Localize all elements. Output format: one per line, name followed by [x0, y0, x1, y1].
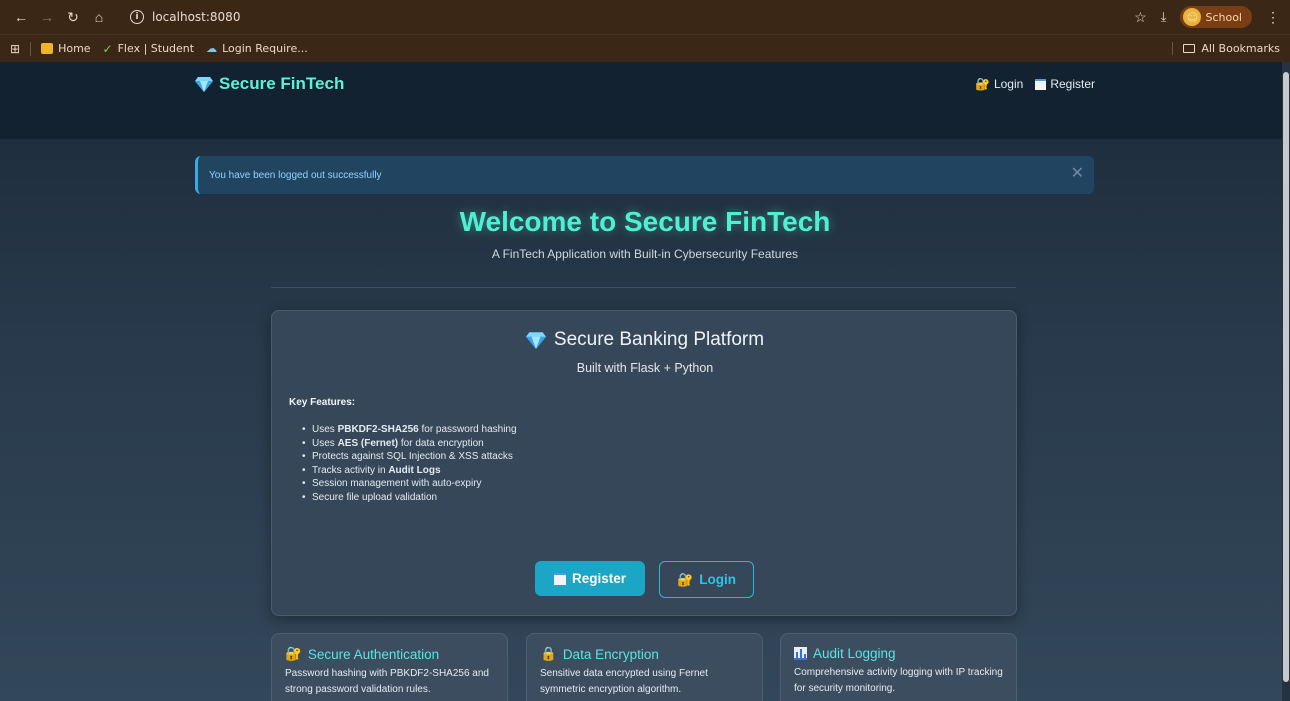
profile-avatar-icon: ☺	[1183, 8, 1202, 26]
bookmark-flex-student[interactable]: ✓ Flex | Student	[103, 42, 195, 56]
bookmark-login-require[interactable]: ☁ Login Require...	[206, 42, 308, 55]
apps-grid-icon[interactable]: ⊞	[10, 42, 20, 56]
lock-key-icon: 🔐	[975, 77, 990, 91]
gem-icon	[525, 332, 546, 349]
back-icon[interactable]: ←	[10, 6, 32, 28]
bookmark-label: Home	[58, 42, 91, 55]
lock-key-icon: 🔐	[285, 646, 302, 661]
profile-button[interactable]: ☺ School	[1180, 6, 1252, 28]
card-title: Secure Banking Platform	[272, 329, 1018, 351]
bookmark-star-icon[interactable]: ☆	[1134, 9, 1147, 26]
close-icon[interactable]: ✕	[1071, 166, 1084, 182]
folder-icon	[1183, 44, 1196, 53]
feature-card-audit: Audit Logging Comprehensive activity log…	[780, 633, 1017, 701]
register-button-label: Register	[571, 571, 627, 586]
download-icon[interactable]: ⤓	[1161, 9, 1167, 25]
forward-icon[interactable]: →	[36, 6, 58, 28]
feature-card-text: Sensitive data encrypted using Fernet sy…	[540, 668, 708, 695]
home-icon[interactable]: ⌂	[88, 6, 110, 28]
card-subtitle: Built with Flask + Python	[576, 361, 714, 375]
bookmark-home[interactable]: Home	[41, 42, 91, 55]
memo-icon	[553, 572, 566, 585]
bookmarks-divider	[30, 41, 32, 56]
feature-card-text: Comprehensive activity logging with IP t…	[794, 667, 1003, 694]
brand-name: Secure FinTech	[219, 74, 345, 93]
site-info-icon[interactable]: i	[130, 10, 144, 24]
chart-icon	[794, 647, 807, 660]
register-button[interactable]: Register	[535, 561, 645, 596]
login-button[interactable]: 🔐 Login	[659, 561, 754, 598]
logout-alert: You have been logged out successfully ✕	[195, 156, 1094, 194]
features-heading: Key Features:	[289, 397, 356, 408]
url-text: localhost:8080	[152, 10, 241, 24]
profile-label: School	[1205, 10, 1242, 24]
feature-card-title: 🔒 Data Encryption	[540, 646, 659, 662]
scrollbar-thumb[interactable]	[1283, 72, 1289, 682]
all-bookmarks[interactable]: All Bookmarks	[1172, 42, 1280, 55]
bookmark-label: Flex | Student	[117, 42, 195, 55]
bookmarks-bar: ⊞ Home ✓ Flex | Student ☁ Login Require.…	[0, 34, 1290, 62]
lock-icon: 🔒	[540, 646, 557, 661]
gem-icon	[195, 77, 213, 92]
memo-icon	[1035, 78, 1047, 90]
feature-card-title: 🔐 Secure Authentication	[285, 646, 440, 662]
lock-key-icon: 🔐	[677, 571, 694, 587]
features-list: Uses PBKDF2-SHA256 for password hashing …	[302, 423, 517, 504]
address-bar[interactable]: i localhost:8080	[120, 5, 250, 29]
nav-register-link[interactable]: Register	[1035, 77, 1095, 91]
menu-icon[interactable]: ⋮	[1266, 9, 1280, 26]
page-title: Welcome to Secure FinTech	[459, 206, 831, 237]
flex-logo-icon: ✓	[102, 41, 113, 56]
card-title-text: Secure Banking Platform	[553, 329, 765, 350]
page-subtitle: A FinTech Application with Built-in Cybe…	[491, 247, 799, 261]
feature-item: Session management with auto-expiry	[302, 477, 517, 491]
login-button-label: Login	[699, 572, 736, 587]
feature-item: Uses AES (Fernet) for data encryption	[302, 437, 517, 451]
browser-toolbar: ← → ↻ ⌂ i localhost:8080 ☆ ⤓ ☺ School ⋮	[0, 0, 1290, 34]
feature-card-title: Audit Logging	[794, 646, 1003, 661]
feature-item: Uses PBKDF2-SHA256 for password hashing	[302, 423, 517, 437]
site-navbar: Secure FinTech 🔐 Login Register	[0, 62, 1282, 139]
feature-item: Secure file upload validation	[302, 491, 517, 505]
alert-message: You have been logged out successfully	[209, 169, 382, 181]
nav-register-label: Register	[1050, 77, 1096, 91]
bookmark-site-icon: ☁	[206, 42, 218, 55]
feature-card-encryption: 🔒 Data Encryption Sensitive data encrypte…	[526, 633, 763, 701]
bookmark-label: Login Require...	[222, 42, 308, 55]
reload-icon[interactable]: ↻	[62, 6, 84, 28]
nav-login-link[interactable]: 🔐 Login	[975, 77, 1023, 91]
platform-card: Secure Banking Platform Built with Flask…	[271, 310, 1017, 616]
feature-card-authentication: 🔐 Secure Authentication Password hashing …	[271, 633, 508, 701]
site-brand[interactable]: Secure FinTech	[195, 74, 344, 94]
scrollbar[interactable]	[1282, 62, 1290, 701]
divider	[271, 287, 1016, 288]
page-viewport: Secure FinTech 🔐 Login Register You have…	[0, 62, 1282, 701]
feature-card-text: Password hashing with PBKDF2-SHA256 and …	[285, 668, 489, 695]
all-bookmarks-label: All Bookmarks	[1201, 42, 1280, 55]
feature-item: Protects against SQL Injection & XSS att…	[302, 450, 517, 464]
nav-links: 🔐 Login Register	[975, 77, 1095, 91]
home-bookmark-icon	[41, 43, 54, 54]
feature-item: Tracks activity in Audit Logs	[302, 464, 517, 478]
nav-login-label: Login	[993, 77, 1024, 91]
